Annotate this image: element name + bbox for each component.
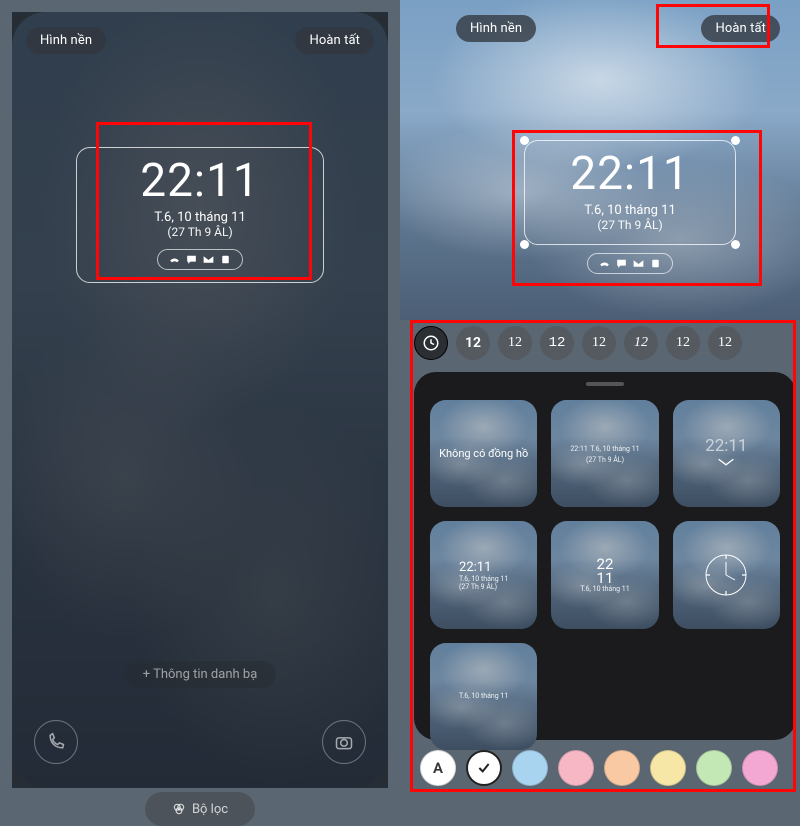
color-swatch[interactable] xyxy=(558,750,594,786)
style-tile-analog[interactable] xyxy=(673,521,780,628)
tile-time: 22:11 xyxy=(705,436,747,456)
font-option[interactable]: 12 xyxy=(666,326,700,360)
done-button-right[interactable]: Hoàn tất xyxy=(701,15,780,42)
font-style-row: 12 12 12 12 12 12 12 xyxy=(414,326,800,360)
font-option-analog[interactable] xyxy=(414,326,448,360)
clock-lunar: (27 Th 9 ÂL) xyxy=(533,218,727,232)
tile-lunar: (27 Th 9 ÂL) xyxy=(586,456,624,464)
app-icon xyxy=(649,257,662,270)
font-option[interactable]: 12 xyxy=(456,326,490,360)
style-tile[interactable]: 22:11 T.6, 10 tháng 11 (27 Th 9 ÂL) xyxy=(430,521,537,628)
mail-icon xyxy=(632,257,645,270)
color-swatch[interactable] xyxy=(696,750,732,786)
font-option[interactable]: 12 xyxy=(540,326,574,360)
font-option[interactable]: 12 xyxy=(498,326,532,360)
camera-shortcut[interactable] xyxy=(322,720,366,764)
color-swatch[interactable] xyxy=(604,750,640,786)
clock-style-panel: Không có đồng hồ 22:11 T.6, 10 tháng 11 … xyxy=(414,372,796,740)
missed-call-icon xyxy=(598,257,611,270)
style-tile[interactable]: 22:11 xyxy=(673,400,780,507)
color-auto[interactable]: A xyxy=(420,750,456,786)
clock-widget-left[interactable]: 22:11 T.6, 10 tháng 11 (27 Th 9 ÂL) xyxy=(62,137,338,297)
style-tile[interactable]: 22:11 T.6, 10 tháng 11 (27 Th 9 ÂL) xyxy=(551,400,658,507)
wallpaper-button-right[interactable]: Hình nền xyxy=(456,15,536,42)
clock-lunar: (27 Th 9 ÂL) xyxy=(85,225,315,239)
clock-time: 22:11 xyxy=(533,151,727,197)
filter-button[interactable]: Bộ lọc xyxy=(145,792,255,826)
phone-shortcut[interactable] xyxy=(34,720,78,764)
resize-handle-icon[interactable] xyxy=(731,240,740,249)
clock-date: T.6, 10 tháng 11 xyxy=(533,203,727,218)
tile-date: T.6, 10 tháng 11 xyxy=(459,692,508,700)
done-button-left[interactable]: Hoàn tất xyxy=(295,27,374,54)
clock-date: T.6, 10 tháng 11 xyxy=(85,210,315,225)
tile-date: T.6, 10 tháng 11 xyxy=(580,585,629,593)
font-option[interactable]: 12 xyxy=(624,326,658,360)
style-tile-none[interactable]: Không có đồng hồ xyxy=(430,400,537,507)
color-swatch[interactable] xyxy=(742,750,778,786)
clock-time: 22:11 xyxy=(85,158,315,204)
style-tile[interactable]: T.6, 10 tháng 11 xyxy=(430,643,537,750)
clock-widget-right[interactable]: 22:11 T.6, 10 tháng 11 (27 Th 9 ÂL) xyxy=(510,130,750,288)
tile-lunar: (27 Th 9 ÂL) xyxy=(459,583,508,591)
wallpaper-button[interactable]: Hình nền xyxy=(26,27,106,54)
tile-time: 22:11 xyxy=(459,560,508,575)
messages-icon xyxy=(185,253,198,266)
messages-icon xyxy=(615,257,628,270)
notification-icons[interactable] xyxy=(157,249,243,270)
phone-left: Hình nền Hoàn tất 22:11 T.6, 10 tháng 11… xyxy=(12,12,388,788)
phone-right-preview: Hình nền Hoàn tất 22:11 T.6, 10 tháng 11… xyxy=(400,0,800,320)
resize-handle-icon[interactable] xyxy=(520,240,529,249)
app-icon xyxy=(219,253,232,266)
tile-time: 11 xyxy=(580,571,629,585)
style-tile[interactable]: 22 11 T.6, 10 tháng 11 xyxy=(551,521,658,628)
color-swatch[interactable] xyxy=(466,750,502,786)
font-option[interactable]: 12 xyxy=(582,326,616,360)
color-swatch[interactable] xyxy=(512,750,548,786)
style-tile-label: Không có đồng hồ xyxy=(435,443,532,464)
color-picker-row: A xyxy=(410,746,800,790)
drag-handle-icon[interactable] xyxy=(586,382,624,386)
mail-icon xyxy=(202,253,215,266)
filter-label: Bộ lọc xyxy=(192,802,228,817)
missed-call-icon xyxy=(168,253,181,266)
resize-handle-icon[interactable] xyxy=(520,136,529,145)
font-option[interactable]: 12 xyxy=(708,326,742,360)
color-swatch[interactable] xyxy=(650,750,686,786)
tile-date: T.6, 10 tháng 11 xyxy=(459,575,508,583)
resize-handle-icon[interactable] xyxy=(731,136,740,145)
tile-date: T.6, 10 tháng 11 xyxy=(590,445,639,453)
notification-icons[interactable] xyxy=(587,253,673,274)
add-contact-button[interactable]: + Thông tin danh bạ xyxy=(125,661,276,688)
tile-time: 22:11 xyxy=(570,445,587,453)
